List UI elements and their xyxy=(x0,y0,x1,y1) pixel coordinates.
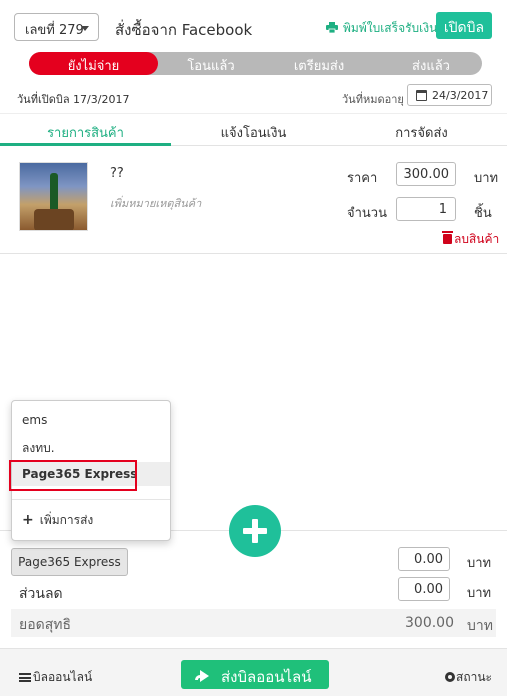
shipping-method-button[interactable]: Page365 Express xyxy=(11,548,128,576)
gear-icon xyxy=(445,672,455,682)
print-receipt-link[interactable]: พิมพ์ใบเสร็จรับเงิน xyxy=(326,19,437,38)
status-step-preparing[interactable]: เตรียมส่ง xyxy=(277,52,361,75)
shipping-cost-unit: บาท xyxy=(467,556,492,571)
print-receipt-label: พิมพ์ใบเสร็จรับเงิน xyxy=(343,21,438,35)
quantity-label: จำนวน xyxy=(347,206,387,221)
bill-open-date: วันที่เปิดบิล 17/3/2017 xyxy=(17,93,130,106)
product-row: ?? เพิ่มหมายเหตุสินค้า ราคา 300.00 บาท จ… xyxy=(0,148,507,254)
trash-icon xyxy=(442,231,453,244)
discount-label: ส่วนลด xyxy=(19,586,63,602)
status-menu-label: สถานะ xyxy=(456,670,492,684)
header-bar: เลขที่ 279 สั่งซื้อจาก Facebook พิมพ์ใบเ… xyxy=(0,0,507,48)
bottom-toolbar: บิลออนไลน์ ส่งบิลออนไลน์ สถานะ xyxy=(0,648,507,696)
price-label: ราคา xyxy=(347,171,378,186)
date-row: วันที่เปิดบิล 17/3/2017 วันที่หมดอายุ 24… xyxy=(0,82,507,110)
shipping-method-dropdown: ems ลงทบ. Page365 Express + เพิ่มการส่ง xyxy=(9,400,171,541)
share-arrow-head xyxy=(200,670,209,682)
add-shipping-method-item[interactable]: + เพิ่มการส่ง xyxy=(22,511,93,530)
expire-date-field[interactable]: 24/3/2017 xyxy=(407,84,492,106)
quantity-input[interactable]: 1 xyxy=(396,197,456,221)
add-shipping-label: เพิ่มการส่ง xyxy=(39,513,94,527)
shipping-option-registered[interactable]: ลงทบ. xyxy=(12,434,170,458)
tab-bar: รายการสินค้า แจ้งโอนเงิน การจัดส่ง xyxy=(0,113,507,146)
plus-icon: + xyxy=(22,512,34,528)
delete-product-label: ลบสินค้า xyxy=(454,232,500,246)
send-online-bill-label: ส่งบิลออนไลน์ xyxy=(221,668,312,686)
net-total-row: ยอดสุทธิ 300.00 บาท xyxy=(11,609,496,637)
order-number-label: เลขที่ 279 xyxy=(25,23,84,38)
status-step-transferred[interactable]: โอนแล้ว xyxy=(169,52,253,75)
tab-shipping[interactable]: การจัดส่ง xyxy=(336,114,507,146)
shipping-row: Page365 Express 0.00 บาท xyxy=(0,545,507,577)
list-icon xyxy=(19,673,31,682)
caret-down-icon xyxy=(81,26,89,31)
order-number-dropdown[interactable]: เลขที่ 279 xyxy=(14,13,99,41)
expire-date-label: วันที่หมดอายุ xyxy=(342,93,404,106)
calendar-icon xyxy=(416,90,427,101)
send-online-bill-button[interactable]: ส่งบิลออนไลน์ xyxy=(181,660,329,689)
product-name: ?? xyxy=(110,166,124,181)
status-step-unpaid[interactable]: ยังไม่จ่าย xyxy=(29,52,158,75)
delete-product-link[interactable]: ลบสินค้า xyxy=(442,230,500,249)
selection-highlight-box xyxy=(9,460,137,491)
status-step-shipped[interactable]: ส่งแล้ว xyxy=(389,52,473,75)
tab-items[interactable]: รายการสินค้า xyxy=(0,114,171,146)
net-total-value: 300.00 xyxy=(405,615,454,631)
shipping-option-ems[interactable]: ems xyxy=(12,408,170,432)
discount-unit: บาท xyxy=(467,586,492,601)
printer-icon xyxy=(326,22,338,33)
status-progress-bar: ยังไม่จ่าย โอนแล้ว เตรียมส่ง ส่งแล้ว xyxy=(29,52,482,75)
open-bill-button[interactable]: เปิดบิล xyxy=(436,12,492,39)
status-menu-button[interactable]: สถานะ xyxy=(445,668,492,687)
expire-date-value: 24/3/2017 xyxy=(432,89,489,102)
shipping-cost-input[interactable]: 0.00 xyxy=(398,547,450,571)
dropdown-divider xyxy=(12,499,170,500)
price-input[interactable]: 300.00 xyxy=(396,162,456,186)
product-note-input[interactable]: เพิ่มหมายเหตุสินค้า xyxy=(110,194,201,212)
bill-online-label: บิลออนไลน์ xyxy=(33,670,93,684)
net-total-unit: บาท xyxy=(467,618,493,634)
product-thumbnail xyxy=(19,162,88,231)
discount-row: ส่วนลด 0.00 บาท xyxy=(0,577,507,607)
quantity-unit: ชิ้น xyxy=(474,206,492,221)
discount-input[interactable]: 0.00 xyxy=(398,577,450,601)
page-title: สั่งซื้อจาก Facebook xyxy=(115,21,253,39)
bill-online-link[interactable]: บิลออนไลน์ xyxy=(19,668,92,687)
tab-payment-notice[interactable]: แจ้งโอนเงิน xyxy=(171,114,336,146)
price-unit: บาท xyxy=(474,171,499,186)
net-total-label: ยอดสุทธิ xyxy=(19,617,72,633)
